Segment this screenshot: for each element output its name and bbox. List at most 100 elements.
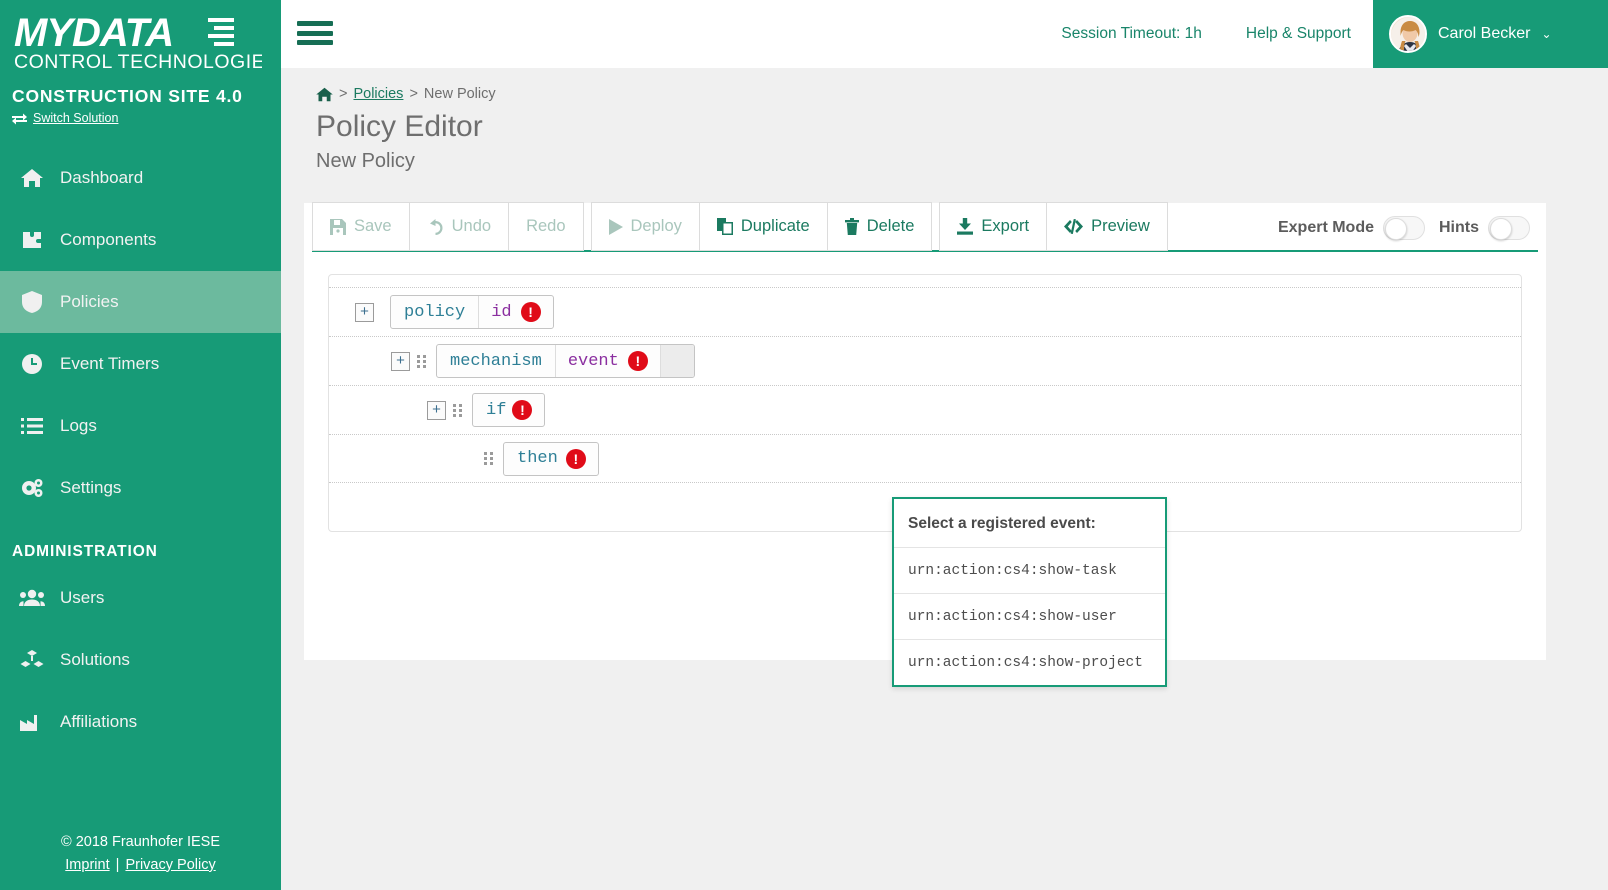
- sidebar: MYDATA CONTROL TECHNOLOGIES CONSTRUCTION…: [0, 0, 281, 890]
- button-label: Undo: [451, 217, 492, 235]
- sidebar-item-dashboard[interactable]: Dashboard: [0, 147, 281, 209]
- sidebar-item-label: Affiliations: [60, 712, 138, 731]
- privacy-policy-link[interactable]: Privacy Policy: [125, 857, 215, 873]
- node-attribute: !: [512, 394, 544, 426]
- delete-button[interactable]: Delete: [827, 202, 933, 251]
- user-name: Carol Becker: [1438, 25, 1531, 42]
- error-icon: !: [627, 351, 648, 371]
- hamburger-bar: [297, 21, 333, 26]
- node-policy[interactable]: policy id !: [390, 295, 554, 329]
- mydata-logo-icon: MYDATA CONTROL TECHNOLOGIES: [14, 11, 262, 72]
- solution-name: CONSTRUCTION SITE 4.0: [12, 86, 243, 106]
- switch-solution-link[interactable]: Switch Solution: [0, 107, 281, 125]
- sidebar-item-components[interactable]: Components: [0, 209, 281, 271]
- home-icon[interactable]: [316, 87, 333, 102]
- hamburger-bar: [297, 30, 333, 36]
- button-label: Deploy: [630, 217, 682, 235]
- node-mechanism[interactable]: mechanism event !: [436, 344, 695, 378]
- button-label: Export: [981, 217, 1030, 235]
- breadcrumb: > Policies > New Policy: [281, 68, 1608, 102]
- page-title: Policy Editor: [316, 110, 483, 143]
- undo-icon: [429, 218, 443, 235]
- svg-text:MYDATA: MYDATA: [14, 11, 173, 55]
- sidebar-item-users[interactable]: Users: [0, 567, 281, 629]
- hamburger-menu-icon[interactable]: [297, 17, 333, 49]
- node-keyword: then: [517, 449, 558, 468]
- expand-toggle[interactable]: +: [391, 351, 410, 371]
- policy-tree: + policy id ! + mechanism event ! + if !…: [328, 274, 1522, 532]
- sidebar-item-label: Settings: [60, 478, 122, 497]
- shield-icon: [18, 291, 46, 313]
- help-support-link[interactable]: Help & Support: [1224, 25, 1373, 43]
- save-button[interactable]: Save: [312, 202, 410, 251]
- copyright-text: © 2018 Fraunhofer IESE: [61, 834, 220, 851]
- sidebar-item-label: Logs: [60, 416, 97, 435]
- footer-separator: |: [115, 856, 120, 873]
- user-menu[interactable]: Carol Becker ⌄: [1373, 0, 1608, 68]
- sidebar-item-policies[interactable]: Policies: [0, 271, 281, 333]
- toggle-knob: [1385, 217, 1407, 240]
- session-timeout-label: Session Timeout: 1h: [1061, 25, 1202, 42]
- sidebar-item-label: Solutions: [60, 650, 130, 669]
- undo-button[interactable]: Undo: [409, 202, 510, 251]
- sidebar-item-logs[interactable]: Logs: [0, 395, 281, 457]
- hints-label: Hints: [1439, 218, 1479, 236]
- error-icon: !: [520, 302, 541, 322]
- tree-node-policy: + policy id !: [355, 295, 554, 329]
- error-icon: !: [512, 400, 533, 420]
- expert-mode-toggle[interactable]: [1383, 215, 1425, 240]
- dropdown-item[interactable]: urn:action:cs4:show-project: [894, 639, 1165, 685]
- dropdown-item[interactable]: urn:action:cs4:show-user: [894, 593, 1165, 639]
- export-button[interactable]: Export: [939, 202, 1048, 251]
- sidebar-item-label: Users: [60, 588, 105, 607]
- users-icon: [18, 589, 46, 607]
- breadcrumb-link-policies[interactable]: Policies: [353, 86, 403, 102]
- event-dropdown: Select a registered event: urn:action:cs…: [892, 497, 1167, 687]
- node-keyword: if: [486, 400, 507, 420]
- chevron-down-icon: ⌄: [1541, 27, 1552, 41]
- node-attribute[interactable]: id !: [478, 296, 552, 328]
- toolbar-group-actions: Deploy Duplicate Delete: [590, 202, 933, 251]
- drag-handle-icon[interactable]: [417, 353, 427, 369]
- sidebar-item-settings[interactable]: Settings: [0, 457, 281, 519]
- error-icon: !: [565, 448, 586, 469]
- sidebar-item-label: Components: [60, 230, 157, 249]
- exchange-icon: [12, 113, 27, 124]
- preview-button[interactable]: Preview: [1047, 202, 1168, 251]
- sidebar-item-event-timers[interactable]: Event Timers: [0, 333, 281, 395]
- app-logo[interactable]: MYDATA CONTROL TECHNOLOGIES: [0, 0, 281, 72]
- hints-toggle[interactable]: [1488, 215, 1530, 240]
- toolbar-group-io: Export Preview: [939, 202, 1168, 251]
- event-value-input[interactable]: [659, 345, 694, 377]
- tree-row: + if !: [329, 385, 1521, 434]
- tree-node-if: + if !: [427, 393, 546, 427]
- main-content: > Policies > New Policy Policy Editor Ne…: [281, 68, 1608, 890]
- avatar-image: [1391, 17, 1425, 51]
- node-if[interactable]: if !: [472, 393, 546, 427]
- clock-icon: [18, 353, 46, 375]
- drag-handle-icon[interactable]: [453, 402, 463, 418]
- trash-icon: [844, 218, 859, 235]
- redo-button[interactable]: Redo: [509, 202, 584, 251]
- dropdown-header: Select a registered event:: [908, 515, 1096, 532]
- button-label: Redo: [526, 217, 566, 235]
- expand-toggle[interactable]: +: [355, 302, 374, 322]
- button-label: Delete: [866, 217, 915, 235]
- drag-handle-icon[interactable]: [484, 451, 494, 467]
- node-attribute[interactable]: event !: [554, 345, 660, 377]
- sidebar-item-affiliations[interactable]: Affiliations: [0, 691, 281, 753]
- toolbar-group-history: Save Undo Redo: [312, 202, 584, 251]
- expand-toggle[interactable]: +: [427, 400, 446, 420]
- expert-mode-label: Expert Mode: [1277, 218, 1374, 236]
- tree-row: then !: [329, 434, 1521, 483]
- dropdown-item[interactable]: urn:action:cs4:show-task: [894, 547, 1165, 593]
- deploy-button[interactable]: Deploy: [590, 202, 700, 251]
- node-keyword: mechanism: [450, 351, 542, 371]
- save-icon: [330, 218, 346, 235]
- imprint-link[interactable]: Imprint: [65, 857, 109, 873]
- sidebar-item-solutions[interactable]: Solutions: [0, 629, 281, 691]
- node-then[interactable]: then !: [503, 441, 599, 476]
- sidebar-nav: Dashboard Components Policies Event Time…: [0, 147, 281, 519]
- top-bar-right: Session Timeout: 1h Help & Support Carol…: [1039, 0, 1608, 68]
- duplicate-button[interactable]: Duplicate: [699, 202, 828, 251]
